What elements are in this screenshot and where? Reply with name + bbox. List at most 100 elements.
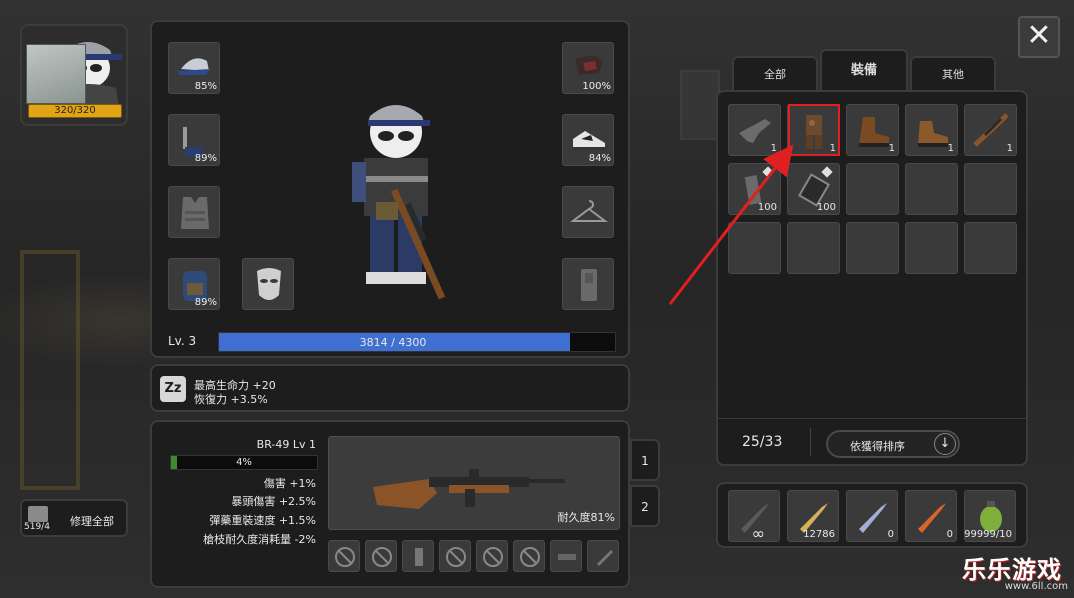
sort-by-acquired-button[interactable]: 依獲得排序 ↓ (826, 430, 960, 458)
mask-icon (257, 268, 281, 300)
tab-all[interactable]: 全部 (732, 56, 818, 90)
ammo-count: 0 (946, 529, 953, 540)
ammo-panel: ∞ 12786 0 0 99999/10 (716, 482, 1028, 548)
cap-icon (177, 58, 211, 75)
mod-slot-empty[interactable] (439, 540, 471, 572)
no-entry-icon (483, 547, 503, 567)
inventory-slot[interactable]: 1 (905, 104, 958, 156)
gloves-durability: 100% (582, 81, 611, 92)
player-avatar-card[interactable]: 320/320 (20, 24, 128, 126)
equip-slot-shoes[interactable]: 84% (562, 114, 614, 166)
sort-label: 依獲得排序 (850, 440, 905, 453)
weapon-level-progress-text: 4% (236, 457, 252, 468)
ammo-count: 99999/10 (964, 529, 1012, 540)
background-doorframe (20, 250, 80, 490)
equip-slot-cap[interactable]: 85% (168, 42, 220, 94)
weapon-name: BR-49 Lv 1 (256, 438, 316, 451)
no-entry-icon (446, 547, 466, 567)
loadout-tab-2[interactable]: 2 (630, 485, 660, 527)
mod-slot-empty[interactable] (513, 540, 545, 572)
repair-all-button[interactable]: 519/4 修理全部 (20, 499, 128, 537)
item-count: 100 (757, 202, 777, 213)
ammo-slot[interactable]: ∞ (728, 490, 780, 543)
equip-slot-clothing[interactable]: 89% (168, 114, 220, 166)
equip-slot-backpack[interactable]: 89% (168, 258, 220, 310)
inventory-slot[interactable]: 1 (787, 104, 840, 156)
mod-slot-empty[interactable] (476, 540, 508, 572)
inventory-slot-empty[interactable] (787, 222, 840, 274)
shoes-durability: 84% (588, 153, 611, 164)
xp-text: 3814 / 4300 (359, 336, 427, 349)
background-window (680, 70, 720, 140)
bonus-regen: 恢復力 +3.5% (194, 393, 268, 406)
cap-durability: 85% (194, 81, 217, 92)
loadout-tab-1[interactable]: 1 (630, 439, 660, 481)
tab-other[interactable]: 其他 (910, 56, 996, 90)
gloves-icon (575, 55, 603, 75)
ammo-slot[interactable]: 99999/10 (964, 490, 1016, 542)
equip-slot-holster[interactable] (562, 258, 614, 310)
inventory-slot-empty[interactable] (905, 163, 958, 215)
watermark-url: www.6ll.com (1004, 581, 1068, 592)
rail-icon (558, 554, 576, 560)
inventory-slot[interactable]: 1 (728, 104, 781, 156)
weapon-stat: 槍枝耐久度消耗量 -2% (203, 533, 316, 546)
equip-slot-mask[interactable] (242, 258, 294, 310)
weapon-display[interactable]: 耐久度81% (328, 436, 620, 530)
inventory-slot-empty[interactable] (964, 163, 1017, 215)
weapon-level-progress-bar: 4% (170, 455, 318, 470)
watermark-title: 乐乐游戏 (962, 556, 1062, 584)
mod-slot-muzzle[interactable] (587, 540, 619, 572)
equip-slot-outfit[interactable] (562, 186, 614, 238)
no-entry-icon (520, 547, 540, 567)
arrow-down-icon: ↓ (934, 433, 956, 455)
item-count: 1 (829, 143, 836, 154)
set-bonus-panel: Zz 最高生命力 +20 恢復力 +3.5% (150, 364, 630, 412)
inventory-slot[interactable]: 100 (728, 163, 781, 215)
ammo-count: ∞ (751, 524, 765, 543)
weapon-stat: 傷害 +1% (263, 477, 316, 490)
inventory-panel: 1 1 1 1 1 100 100 25/33 依獲得排序 ↓ (716, 90, 1028, 466)
item-count: 1 (947, 143, 954, 154)
boots-icon (859, 117, 889, 147)
inventory-slot-empty[interactable] (905, 222, 958, 274)
inventory-slot[interactable]: 1 (846, 104, 899, 156)
mod-slot-empty[interactable] (365, 540, 397, 572)
item-count: 1 (770, 143, 777, 154)
holster-icon (581, 269, 597, 301)
hp-bar: 320/320 (28, 104, 122, 118)
mod-slot-empty[interactable] (328, 540, 360, 572)
equipment-panel: 85% 89% 89% 100% 84% Lv. 3 3814 / 4300 (150, 20, 630, 358)
ammo-count: 0 (887, 529, 894, 540)
no-entry-icon (372, 547, 392, 567)
inventory-slot-empty[interactable] (846, 163, 899, 215)
weapon-stat: 彈藥重裝速度 +1.5% (209, 514, 316, 527)
ammo-slot[interactable]: 12786 (787, 490, 839, 542)
equip-slot-vest[interactable] (168, 186, 220, 238)
tab-equipment[interactable]: 裝備 (820, 49, 908, 91)
mod-slot-rail[interactable] (550, 540, 582, 572)
inventory-divider (718, 418, 1026, 419)
footer-divider (810, 428, 811, 456)
inventory-capacity: 25/33 (742, 434, 783, 450)
inventory-slot[interactable]: 1 (964, 104, 1017, 156)
inventory-slot-empty[interactable] (728, 222, 781, 274)
inventory-slot-empty[interactable] (846, 222, 899, 274)
inventory-slot-empty[interactable] (964, 222, 1017, 274)
vest-icon (181, 197, 209, 229)
boots-icon (918, 121, 948, 147)
ammo-slot[interactable]: 0 (905, 490, 957, 542)
weapon-durability: 耐久度81% (557, 511, 615, 524)
inventory-slot[interactable]: 100 (787, 163, 840, 215)
sneaker-icon (573, 131, 605, 150)
stream-thumbnail-overlay (26, 44, 86, 104)
ammo-slot[interactable]: 0 (846, 490, 898, 542)
equip-slot-gloves[interactable]: 100% (562, 42, 614, 94)
xp-bar: 3814 / 4300 (218, 332, 616, 352)
magazine-icon (415, 548, 423, 566)
close-button[interactable]: ✕ (1018, 16, 1060, 58)
player-level: Lv. 3 (168, 334, 197, 348)
close-icon: ✕ (1026, 18, 1052, 53)
site-watermark: 乐乐游戏 www.6ll.com (960, 548, 1074, 598)
mod-slot-magazine[interactable] (402, 540, 434, 572)
